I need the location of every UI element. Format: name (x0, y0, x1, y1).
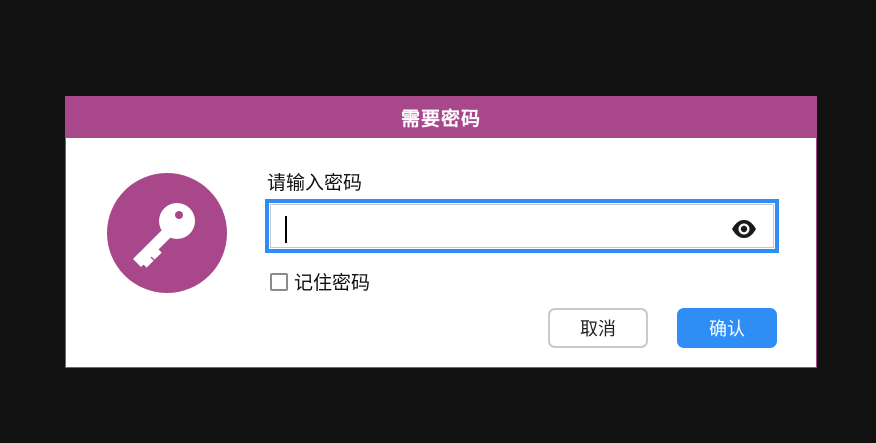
key-icon (133, 203, 195, 268)
eye-icon[interactable] (731, 219, 757, 239)
password-field[interactable] (265, 199, 779, 253)
remember-password-label[interactable]: 记住密码 (294, 268, 370, 295)
cancel-button[interactable]: 取消 (548, 308, 648, 348)
key-badge (107, 173, 227, 293)
remember-password-checkbox[interactable] (270, 272, 288, 291)
dialog-title: 需要密码 (66, 97, 816, 138)
remember-password-option[interactable]: 记住密码 (270, 268, 370, 295)
password-input-inner[interactable] (270, 204, 774, 248)
password-prompt-label: 请输入密码 (267, 172, 363, 194)
password-dialog: 需要密码 请输入密码 记住密码 取消 确认 (65, 96, 817, 368)
text-caret (285, 216, 287, 243)
confirm-button[interactable]: 确认 (677, 308, 777, 348)
